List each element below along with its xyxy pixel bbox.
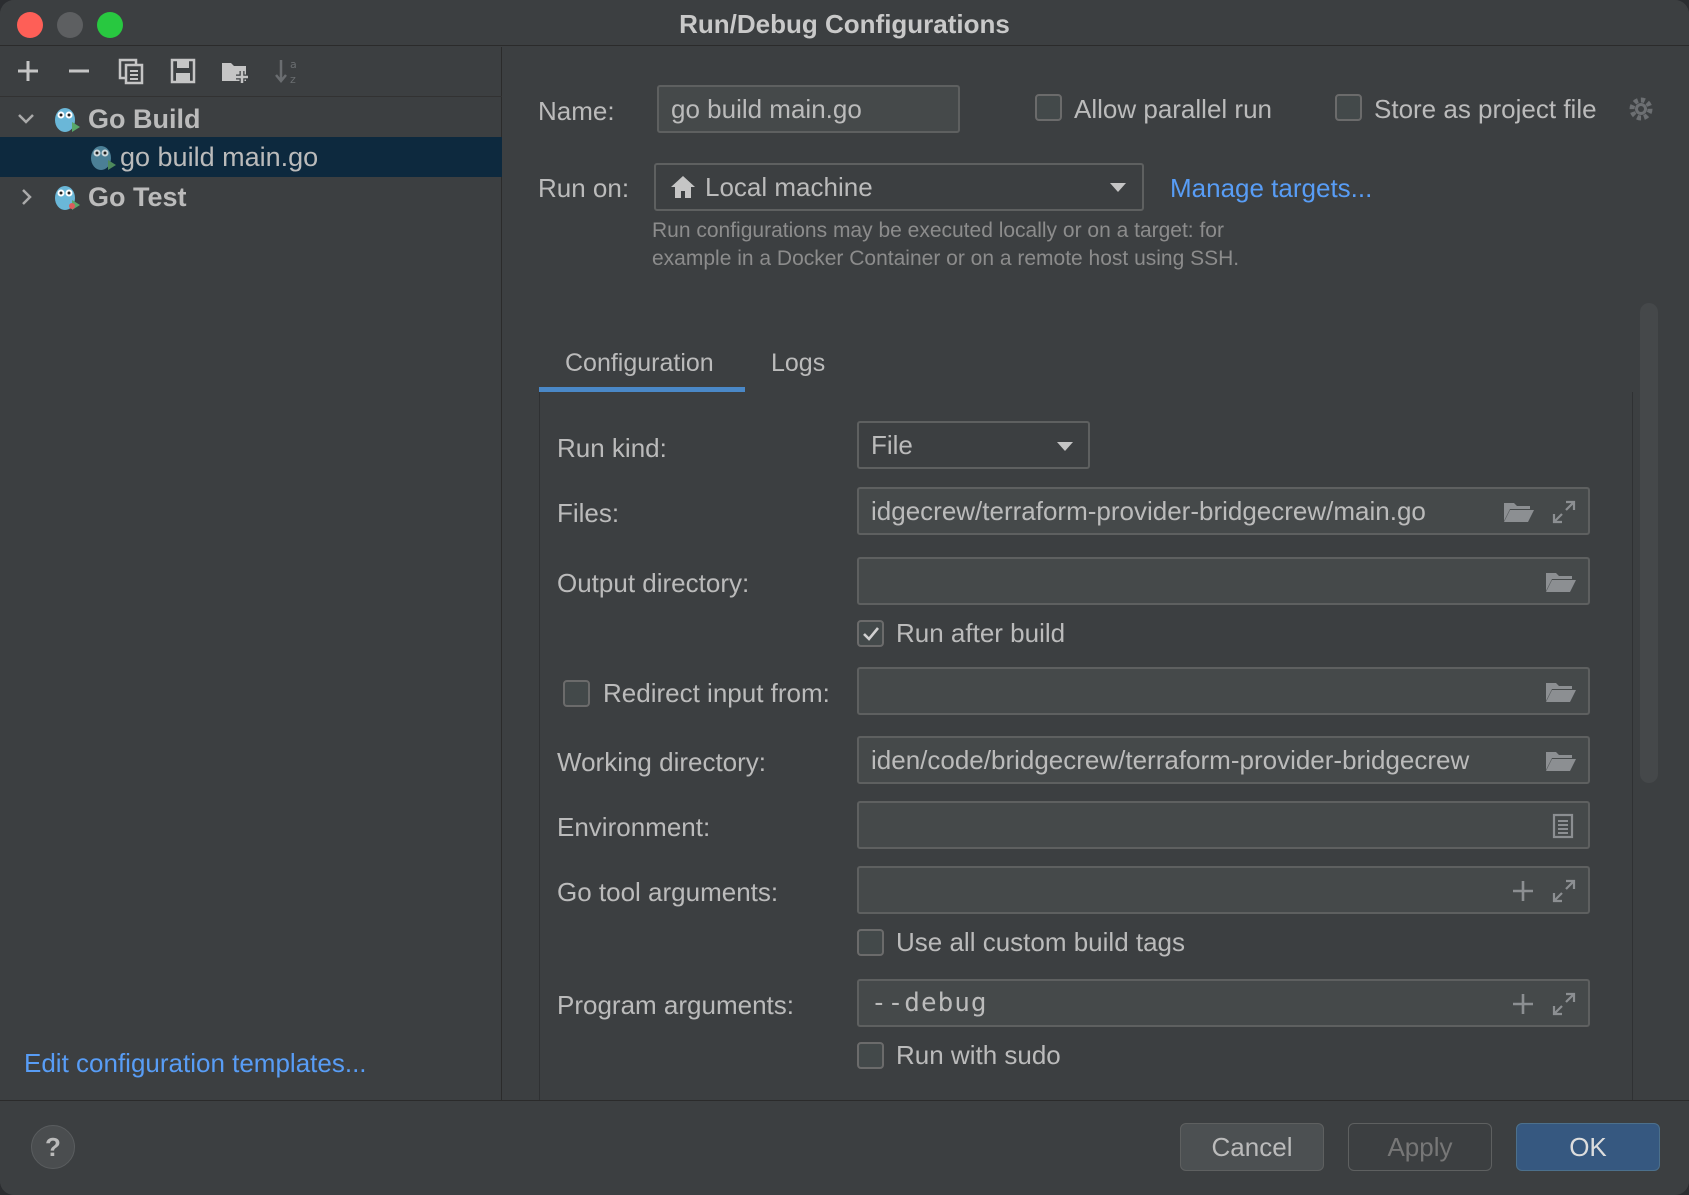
sidebar-toolbar: az	[0, 47, 502, 97]
add-icon	[18, 61, 38, 81]
dialog-button-bar: ? Cancel Apply OK	[0, 1100, 1689, 1195]
tree-group-go-test[interactable]: Go Test	[0, 177, 502, 217]
svg-text:a: a	[290, 58, 297, 71]
hint-line-1: Run configurations may be executed local…	[652, 219, 1224, 242]
use-custom-build-tags-label: Use all custom build tags	[896, 927, 1186, 957]
chevron-right-icon[interactable]	[14, 185, 38, 209]
working-directory-label: Working directory:	[557, 747, 767, 777]
help-button[interactable]: ?	[31, 1125, 75, 1169]
chevron-down-icon	[1110, 183, 1126, 192]
run-on-hint: Run configurations may be executed local…	[652, 217, 1292, 273]
use-custom-build-tags-checkbox[interactable]	[857, 929, 884, 956]
gopher-run-icon	[91, 146, 116, 170]
tree-item-label: go build main.go	[120, 142, 319, 172]
run-debug-dialog: Run/Debug Configurations az Go Build go …	[0, 0, 1689, 1195]
add-icon[interactable]	[1511, 992, 1535, 1016]
program-arguments-label: Program arguments:	[557, 990, 794, 1020]
configuration-editor: Name: go build main.go Allow parallel ru…	[503, 47, 1689, 1112]
new-folder-button[interactable]	[218, 53, 254, 89]
copy-icon	[118, 58, 144, 85]
program-arguments-value: --debug	[871, 988, 988, 1018]
gopher-run-icon	[55, 108, 80, 132]
document-list-icon[interactable]	[1551, 813, 1575, 839]
name-field-value: go build main.go	[671, 94, 862, 124]
expand-icon[interactable]	[1551, 991, 1577, 1017]
tree-group-label: Go Build	[88, 104, 201, 134]
checkmark-icon	[863, 627, 880, 641]
environment-field[interactable]	[857, 801, 1590, 849]
files-value: idgecrew/terraform-provider-bridgecrew/m…	[871, 496, 1426, 526]
title-bar: Run/Debug Configurations	[0, 0, 1689, 46]
tree-item-go-build-main[interactable]: go build main.go	[0, 137, 502, 177]
go-tool-arguments-field[interactable]	[857, 866, 1590, 914]
gear-icon[interactable]	[1627, 95, 1655, 123]
save-configuration-button[interactable]	[165, 53, 201, 89]
run-after-build-label: Run after build	[896, 618, 1066, 648]
tree-group-go-build[interactable]: Go Build	[0, 99, 502, 139]
allow-parallel-run-label: Allow parallel run	[1074, 94, 1272, 124]
run-on-select[interactable]: Local machine	[654, 163, 1144, 211]
folder-open-icon[interactable]	[1545, 750, 1577, 772]
run-on-label: Run on:	[538, 173, 630, 203]
new-folder-icon	[222, 63, 248, 83]
environment-label: Environment:	[557, 812, 711, 842]
folder-open-icon[interactable]	[1545, 571, 1577, 593]
add-icon[interactable]	[1511, 879, 1535, 903]
hint-line-2: example in a Docker Container or on a re…	[652, 247, 1240, 270]
name-field[interactable]: go build main.go	[657, 85, 960, 133]
run-with-sudo-checkbox[interactable]	[857, 1042, 884, 1069]
run-with-sudo-label: Run with sudo	[896, 1040, 1061, 1070]
apply-button[interactable]: Apply	[1348, 1123, 1492, 1171]
store-as-project-file-checkbox[interactable]	[1335, 94, 1362, 121]
add-configuration-button[interactable]	[10, 53, 46, 89]
store-as-project-file-label: Store as project file	[1374, 94, 1597, 124]
remove-icon	[69, 69, 89, 73]
redirect-input-checkbox[interactable]	[563, 680, 590, 707]
edit-configuration-templates-link[interactable]: Edit configuration templates...	[24, 1048, 367, 1079]
configuration-panel: Run kind: File Files: idgecrew/terraform…	[539, 392, 1633, 1112]
configurations-sidebar: az Go Build go build main.go Go Test Edi…	[0, 47, 502, 1100]
redirect-input-field[interactable]	[857, 667, 1590, 715]
editor-scrollbar[interactable]	[1640, 303, 1658, 783]
remove-configuration-button[interactable]	[61, 53, 97, 89]
files-field[interactable]: idgecrew/terraform-provider-bridgecrew/m…	[857, 487, 1590, 535]
run-after-build-checkbox[interactable]	[857, 620, 884, 647]
output-directory-field[interactable]	[857, 557, 1590, 605]
run-kind-label: Run kind:	[557, 433, 667, 463]
window-title: Run/Debug Configurations	[679, 9, 1010, 39]
home-icon	[671, 176, 695, 198]
sort-configurations-button[interactable]: az	[270, 53, 306, 89]
redirect-input-label: Redirect input from:	[603, 678, 830, 708]
expand-icon[interactable]	[1551, 499, 1577, 525]
run-on-value: Local machine	[705, 172, 873, 202]
allow-parallel-run-checkbox[interactable]	[1035, 94, 1062, 121]
sort-alpha-icon: az	[275, 58, 297, 86]
output-directory-label: Output directory:	[557, 568, 750, 598]
folder-open-icon[interactable]	[1545, 681, 1577, 703]
editor-tabs: Configuration Logs	[539, 337, 1633, 393]
manage-targets-link[interactable]: Manage targets...	[1170, 173, 1372, 204]
save-icon	[170, 58, 196, 84]
working-directory-value: iden/code/bridgecrew/terraform-provider-…	[871, 745, 1470, 775]
svg-text:z: z	[290, 73, 296, 86]
folder-open-icon[interactable]	[1503, 501, 1535, 523]
go-tool-arguments-label: Go tool arguments:	[557, 877, 779, 907]
copy-configuration-button[interactable]	[113, 53, 149, 89]
tab-configuration[interactable]: Configuration	[565, 349, 714, 378]
tab-logs[interactable]: Logs	[771, 349, 825, 378]
program-arguments-field[interactable]: --debug	[857, 979, 1590, 1027]
gopher-test-icon	[55, 186, 80, 210]
cancel-button[interactable]: Cancel	[1180, 1123, 1324, 1171]
chevron-down-icon	[1057, 442, 1073, 451]
ok-button[interactable]: OK	[1516, 1123, 1660, 1171]
files-label: Files:	[557, 498, 620, 528]
working-directory-field[interactable]: iden/code/bridgecrew/terraform-provider-…	[857, 736, 1590, 784]
name-label: Name:	[538, 96, 615, 126]
expand-icon[interactable]	[1551, 878, 1577, 904]
chevron-down-icon[interactable]	[14, 107, 38, 131]
tree-group-label: Go Test	[88, 182, 187, 212]
run-kind-value: File	[871, 430, 913, 460]
run-kind-select[interactable]: File	[857, 421, 1090, 469]
